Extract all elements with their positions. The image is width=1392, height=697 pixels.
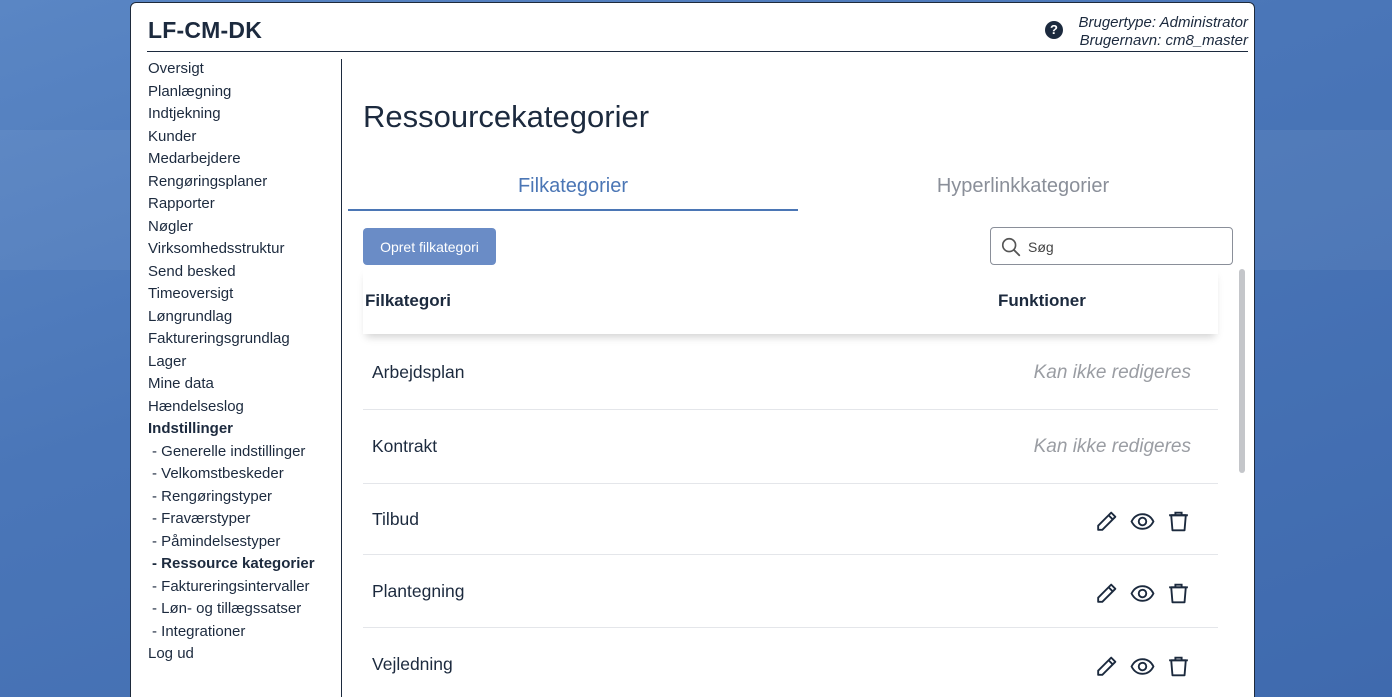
row-actions	[1094, 509, 1191, 534]
table-header: Filkategori Funktioner	[363, 267, 1218, 334]
page-title: Ressourcekategorier	[363, 99, 650, 134]
trash-icon[interactable]	[1166, 509, 1191, 534]
readonly-label: Kan ikke redigeres	[1033, 436, 1191, 457]
create-file-category-button[interactable]: Opret filkategori	[363, 228, 496, 265]
trash-icon[interactable]	[1166, 654, 1191, 679]
pencil-icon[interactable]	[1094, 581, 1119, 606]
sidebar-item-mine-data[interactable]: Mine data	[148, 373, 343, 396]
sidebar-item-send-besked[interactable]: Send besked	[148, 261, 343, 284]
category-list: Arbejdsplan Kan ikke redigeres Kontrakt Kan…	[363, 336, 1218, 697]
sidebar-item-virksomhedsstruktur[interactable]: Virksomhedsstruktur	[148, 238, 343, 261]
row-actions	[1094, 654, 1191, 679]
eye-icon[interactable]	[1130, 581, 1155, 606]
tab-filkategorier[interactable]: Filkategorier	[348, 175, 798, 198]
search-box	[990, 227, 1233, 265]
category-name: Arbejdsplan	[372, 362, 465, 382]
tab-hyperlinkkategorier[interactable]: Hyperlinkkategorier	[798, 175, 1248, 198]
top-bar: LF-CM-DK ? Brugertype: Administrator Bru…	[147, 3, 1248, 52]
sidebar-item-indtjekning[interactable]: Indtjekning	[148, 103, 343, 126]
app-window: LF-CM-DK ? Brugertype: Administrator Bru…	[130, 2, 1255, 697]
sidebar-item-rapporter[interactable]: Rapporter	[148, 193, 343, 216]
category-name: Tilbud	[372, 508, 420, 529]
sidebar-item-planlaegning[interactable]: Planlægning	[148, 81, 343, 104]
sidebar-divider	[341, 59, 342, 697]
eye-icon[interactable]	[1130, 654, 1155, 679]
sidebar-item-ressource-kategorier[interactable]: - Ressource kategorier	[148, 553, 343, 576]
row-actions	[1094, 581, 1191, 606]
user-info: Brugertype: Administrator Brugernavn: cm…	[1078, 14, 1248, 50]
sidebar-item-lon-og-tillaegssatser[interactable]: - Løn- og tillægssatser	[148, 598, 343, 621]
sidebar-item-faktureringsgrundlag[interactable]: Faktureringsgrundlag	[148, 328, 343, 351]
sidebar-item-longrundlag[interactable]: Løngrundlag	[148, 306, 343, 329]
eye-icon[interactable]	[1130, 509, 1155, 534]
sidebar-item-integrationer[interactable]: - Integrationer	[148, 621, 343, 644]
category-name: Plantegning	[372, 580, 465, 601]
scrollbar-thumb[interactable]	[1239, 269, 1245, 473]
sidebar-item-medarbejdere[interactable]: Medarbejdere	[148, 148, 343, 171]
sidebar-item-nogler[interactable]: Nøgler	[148, 216, 343, 239]
category-name: Kontrakt	[372, 436, 438, 456]
readonly-label: Kan ikke redigeres	[1033, 362, 1191, 383]
column-header-filkategori[interactable]: Filkategori	[365, 291, 451, 311]
sidebar-item-haendelseslog[interactable]: Hændelseslog	[148, 396, 343, 419]
sidebar-item-log-ud[interactable]: Log ud	[148, 643, 343, 666]
active-tab-indicator	[348, 209, 798, 211]
sidebar-item-generelle-indstillinger[interactable]: - Generelle indstillinger	[148, 441, 343, 464]
category-name: Vejledning	[372, 653, 453, 674]
scrollbar[interactable]	[1236, 267, 1248, 697]
table-row: Plantegning	[363, 555, 1218, 628]
sidebar-item-rengoringstyper[interactable]: - Rengøringstyper	[148, 486, 343, 509]
sidebar-item-fravaerstyper[interactable]: - Fraværstyper	[148, 508, 343, 531]
pencil-icon[interactable]	[1094, 509, 1119, 534]
table-row: Kontrakt Kan ikke redigeres	[363, 410, 1218, 484]
sidebar-item-faktureringsintervaller[interactable]: - Faktureringsintervaller	[148, 576, 343, 599]
sidebar-item-oversigt[interactable]: Oversigt	[148, 58, 343, 81]
table-row: Tilbud	[363, 484, 1218, 555]
sidebar-item-indstillinger[interactable]: Indstillinger	[148, 418, 343, 441]
search-input[interactable]	[1028, 236, 1223, 258]
trash-icon[interactable]	[1166, 581, 1191, 606]
search-icon	[1001, 237, 1021, 257]
sidebar-item-kunder[interactable]: Kunder	[148, 126, 343, 149]
sidebar-item-velkomstbeskeder[interactable]: - Velkomstbeskeder	[148, 463, 343, 486]
sidebar-item-pamindelsestyper[interactable]: - Påmindelsestyper	[148, 531, 343, 554]
main-content: Ressourcekategorier Filkategorier Hyperl…	[348, 59, 1254, 697]
column-header-funktioner: Funktioner	[998, 291, 1086, 310]
sidebar-item-rengoringsplaner[interactable]: Rengøringsplaner	[148, 171, 343, 194]
table-row: Arbejdsplan Kan ikke redigeres	[363, 336, 1218, 410]
sidebar-item-timeoversigt[interactable]: Timeoversigt	[148, 283, 343, 306]
help-icon[interactable]: ?	[1045, 21, 1063, 39]
user-name: Brugernavn: cm8_master	[1079, 32, 1248, 49]
table-row: Vejledning	[363, 628, 1218, 697]
sidebar-nav: Oversigt Planlægning Indtjekning Kunder Meda…	[148, 58, 343, 666]
pencil-icon[interactable]	[1094, 654, 1119, 679]
user-type: Brugertype: Administrator	[1078, 14, 1248, 31]
app-title: LF-CM-DK	[148, 17, 263, 43]
sidebar-item-lager[interactable]: Lager	[148, 351, 343, 374]
